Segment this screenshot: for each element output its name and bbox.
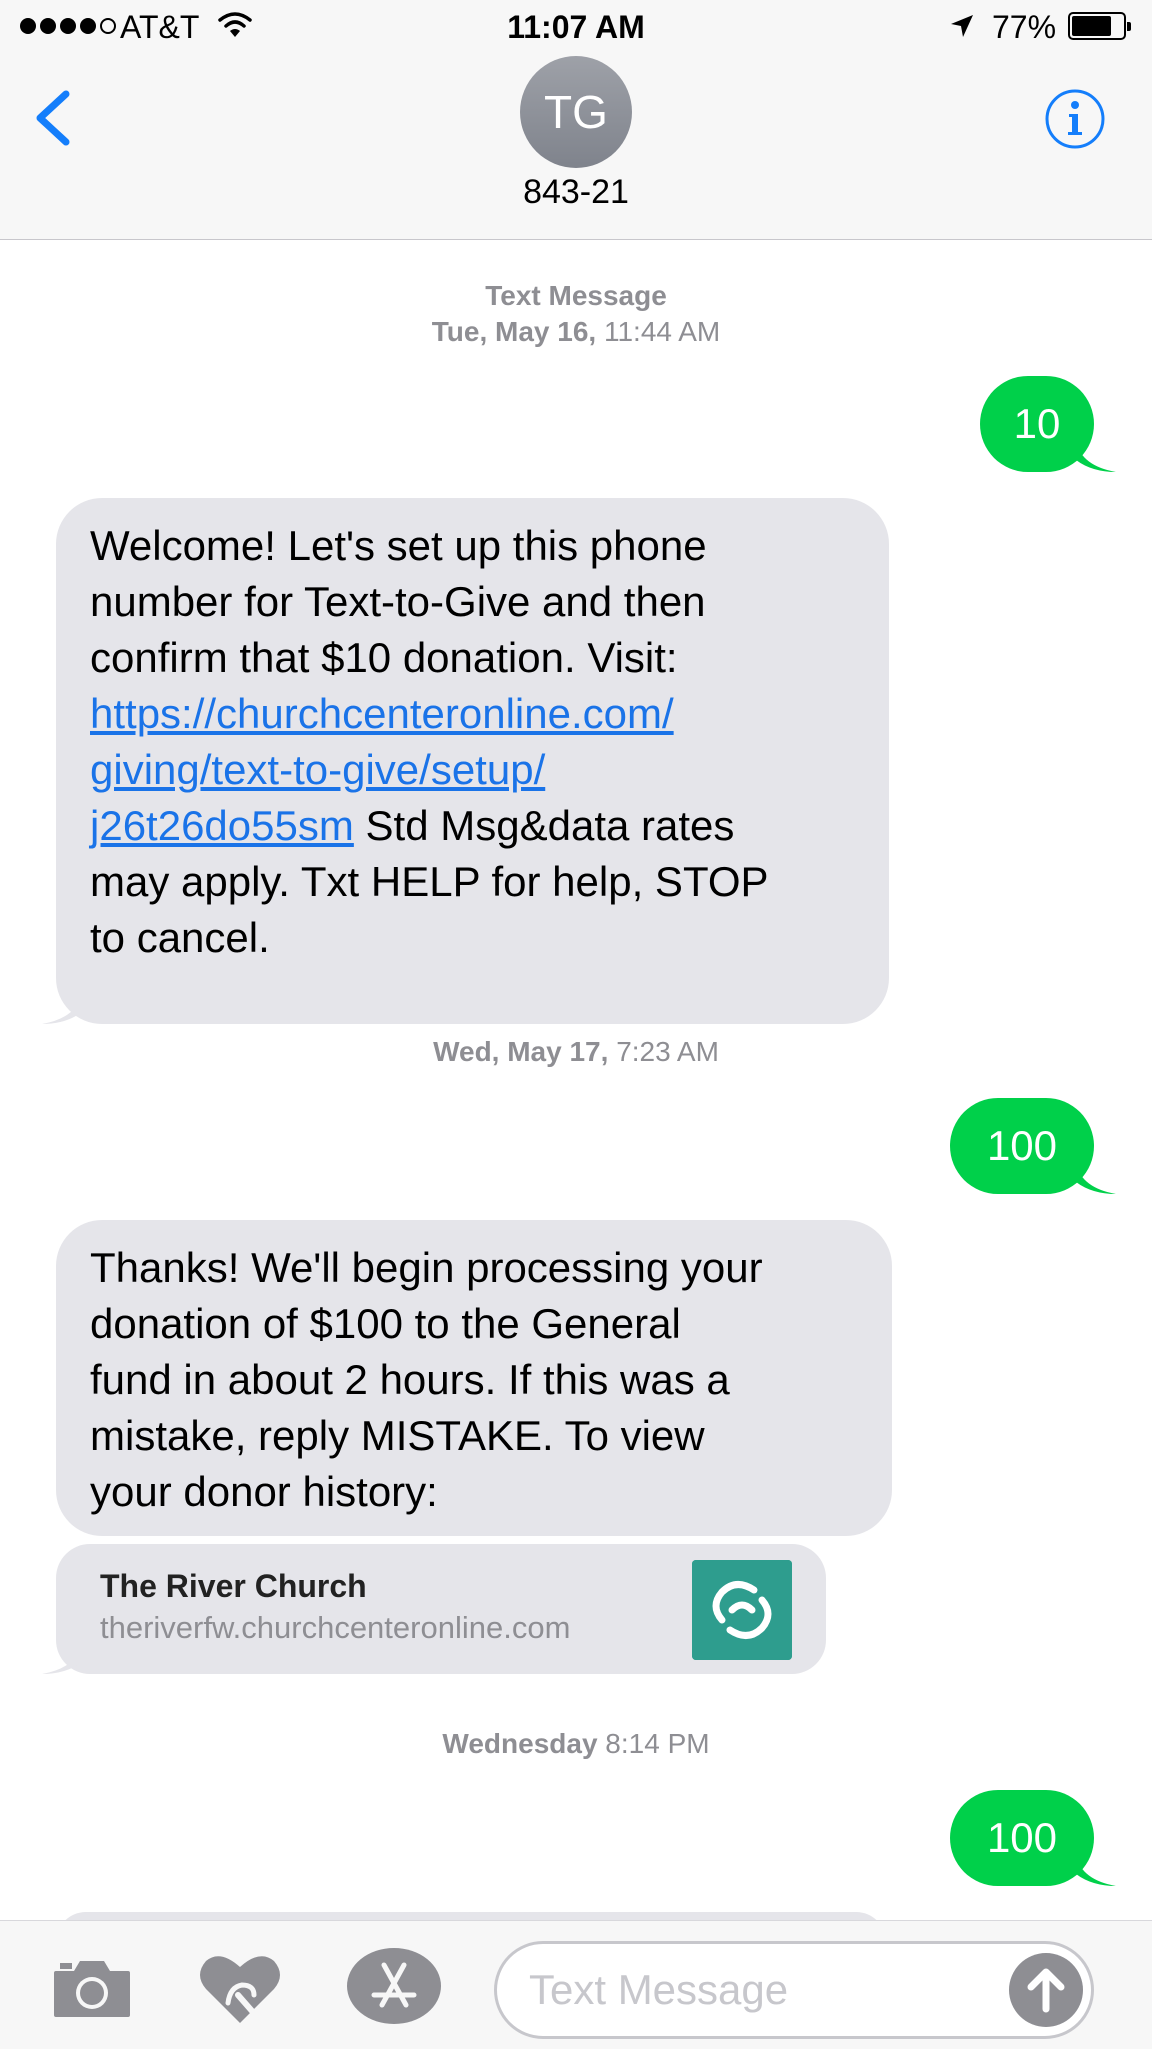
message-line: number for Text-to-Give and then <box>90 578 706 625</box>
message-line: may apply. Txt HELP for help, STOP <box>90 858 769 905</box>
link-preview-url: theriverfw.churchcenteronline.com <box>100 1610 571 1645</box>
message-input[interactable] <box>527 1956 991 2024</box>
message-line: mistake, reply MISTAKE. To view <box>90 1412 705 1459</box>
message-line: your donor history: <box>90 1468 438 1515</box>
timestamp-date: Wed, May 17, <box>433 1036 609 1067</box>
info-icon[interactable] <box>1044 88 1106 150</box>
message-compose-field[interactable] <box>494 1941 1094 2039</box>
setup-link[interactable]: giving/text-to-give/setup/ <box>90 746 545 793</box>
setup-link[interactable]: j26t26do55sm <box>90 802 354 849</box>
sent-message-text: 10 <box>1013 400 1061 447</box>
bubble-tail <box>42 994 82 1024</box>
sent-message-bubble[interactable]: 10 <box>980 376 1116 472</box>
setup-link[interactable]: https://churchcenteronline.com/ <box>90 690 674 737</box>
message-line: donation of $100 to the General <box>90 1300 681 1347</box>
location-arrow-icon <box>951 15 973 37</box>
timestamp: Wed, May 17, 7:23 AM <box>0 1036 1152 1068</box>
link-preview-card[interactable]: The River Church theriverfw.churchcenter… <box>42 1544 826 1674</box>
timestamp-time: 11:44 AM <box>603 316 721 347</box>
timestamp: Wednesday 8:14 PM <box>0 1728 1152 1760</box>
sent-message-text: 100 <box>986 1122 1058 1169</box>
message-type-text: Text Message <box>485 280 667 311</box>
conversation-header: TG 843-21 <box>0 56 1152 240</box>
church-center-logo-icon <box>692 1560 792 1660</box>
camera-icon[interactable] <box>52 1957 132 2019</box>
message-line: Std Msg&data rates <box>353 802 735 849</box>
timestamp-date: Tue, May 16, <box>431 316 597 347</box>
message-line: confirm that $10 donation. Visit: <box>90 634 678 681</box>
received-message-bubble-partial[interactable] <box>56 1912 886 1920</box>
timestamp: Tue, May 16, 11:44 AM <box>0 316 1152 348</box>
battery-percent: 77% <box>992 9 1057 45</box>
sent-message-text: 100 <box>986 1814 1058 1861</box>
sent-message-bubble[interactable]: 100 <box>950 1790 1116 1886</box>
bubble-tail <box>1076 1856 1116 1886</box>
timestamp-time: 8:14 PM <box>605 1728 710 1759</box>
link-preview-title: The River Church <box>100 1568 367 1604</box>
digital-touch-icon[interactable] <box>198 1951 282 2027</box>
status-bar: AT&T 11:07 AM 77% <box>0 0 1152 56</box>
contact-name[interactable]: 843-21 <box>0 173 1152 212</box>
back-chevron-icon[interactable] <box>28 88 78 148</box>
message-line: to cancel. <box>90 914 270 961</box>
message-line: fund in about 2 hours. If this was a <box>90 1356 730 1403</box>
timestamp-date: Wednesday <box>442 1728 598 1759</box>
sent-message-bubble[interactable]: 100 <box>950 1098 1116 1194</box>
battery-icon <box>1068 12 1131 40</box>
avatar-initials: TG <box>544 86 608 138</box>
message-line: Welcome! Let's set up this phone <box>90 522 707 569</box>
received-message-bubble[interactable]: Welcome! Let's set up this phone number … <box>42 498 889 1024</box>
send-button[interactable] <box>1009 1953 1083 2027</box>
timestamp-time: 7:23 AM <box>616 1036 719 1067</box>
bubble-tail <box>42 1644 82 1674</box>
received-message-bubble[interactable]: Thanks! We'll begin processing your dona… <box>56 1220 892 1536</box>
clock: 11:07 AM <box>507 9 645 45</box>
app-store-icon[interactable] <box>346 1947 442 2025</box>
send-arrow-icon <box>1027 1968 1065 2013</box>
message-line: Thanks! We'll begin processing your <box>90 1244 763 1291</box>
message-input-bar <box>0 1920 1152 2049</box>
avatar[interactable]: TG <box>520 56 632 168</box>
bubble-tail <box>1076 442 1116 472</box>
message-type-label: Text Message <box>0 280 1152 312</box>
bubble-tail <box>1076 1164 1116 1194</box>
message-list[interactable]: Text Message Tue, May 16, 11:44 AM 10 We… <box>0 240 1152 1920</box>
